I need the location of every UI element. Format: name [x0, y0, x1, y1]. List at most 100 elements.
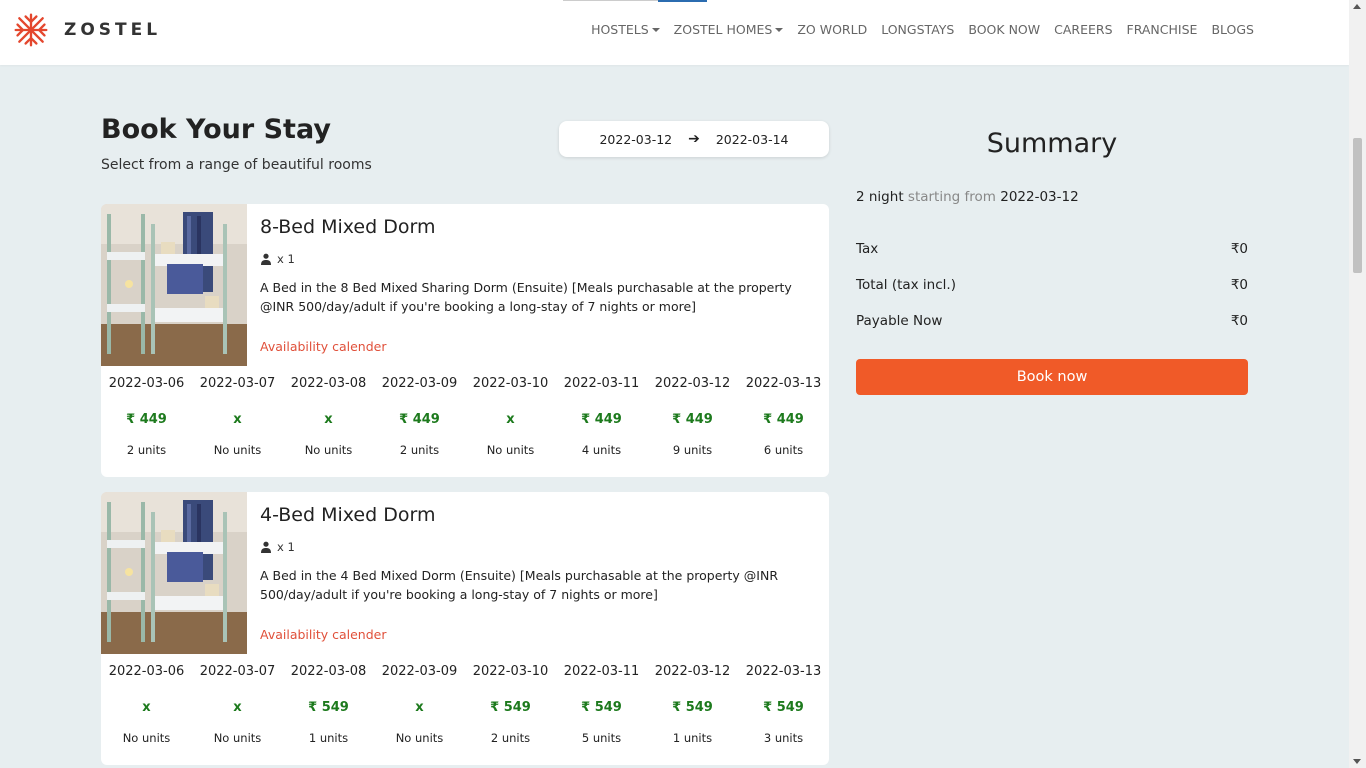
- room-image: [101, 492, 247, 654]
- calendar-price: ₹ 549: [763, 700, 804, 715]
- caret-down-icon: [651, 27, 660, 32]
- scroll-down-icon[interactable]: [1353, 759, 1361, 764]
- nav-item-blogs[interactable]: BLOGS: [1204, 22, 1261, 37]
- brand-name: ZOSTEL: [64, 20, 162, 40]
- calendar-price: x: [415, 700, 424, 715]
- caret-down-icon: [775, 27, 784, 32]
- navbar: ZOSTEL HOSTELS ZOSTEL HOMES ZO WORLD LON…: [0, 0, 1349, 65]
- guest-count: x 1: [277, 252, 295, 266]
- calendar-day: 2022-03-09 x No units: [374, 662, 465, 747]
- nav-item-label: LONGSTAYS: [881, 22, 955, 37]
- summary-label: Payable Now: [856, 313, 943, 329]
- availability-calendar: 2022-03-06 ₹ 449 2 units 2022-03-07 x No…: [101, 374, 829, 459]
- calendar-date: 2022-03-08: [290, 664, 367, 679]
- nav-item-label: HOSTELS: [591, 22, 649, 37]
- availability-calendar: 2022-03-06 x No units 2022-03-07 x No un…: [101, 662, 829, 747]
- calendar-day: 2022-03-08 ₹ 549 1 units: [283, 662, 374, 747]
- calendar-price: ₹ 449: [672, 412, 713, 427]
- calendar-price: ₹ 449: [763, 412, 804, 427]
- calendar-units: No units: [213, 731, 262, 745]
- calendar-date: 2022-03-12: [654, 376, 731, 391]
- calendar-date: 2022-03-10: [472, 376, 549, 391]
- nights-count: 2 night: [856, 189, 904, 205]
- calendar-day: 2022-03-10 x No units: [465, 374, 556, 459]
- calendar-date: 2022-03-13: [745, 664, 822, 679]
- nav-item-book-now[interactable]: BOOK NOW: [961, 22, 1047, 37]
- calendar-date: 2022-03-07: [199, 664, 276, 679]
- summary-value: ₹0: [1230, 313, 1248, 329]
- nav-item-zostel-homes[interactable]: ZOSTEL HOMES: [667, 22, 791, 37]
- calendar-units: 3 units: [763, 731, 804, 745]
- calendar-day: 2022-03-08 x No units: [283, 374, 374, 459]
- starting-from-label: starting from: [907, 189, 996, 205]
- nav-item-label: BOOK NOW: [968, 22, 1041, 37]
- date-range-picker[interactable]: 2022-03-12 ➔ 2022-03-14: [559, 121, 829, 157]
- calendar-day: 2022-03-09 ₹ 449 2 units: [374, 374, 465, 459]
- summary-value: ₹0: [1230, 277, 1248, 293]
- nav-item-zo-world[interactable]: ZO WORLD: [790, 22, 874, 37]
- page-subtitle: Select from a range of beautiful rooms: [101, 157, 372, 173]
- book-now-button[interactable]: Book now: [856, 359, 1248, 395]
- start-date: 2022-03-12: [1000, 189, 1079, 205]
- summary-row-payable: Payable Now ₹0: [856, 313, 1248, 329]
- calendar-day: 2022-03-10 ₹ 549 2 units: [465, 662, 556, 747]
- arrow-right-icon: ➔: [688, 131, 700, 147]
- calendar-units: 1 units: [308, 731, 349, 745]
- scrollbar-thumb[interactable]: [1353, 138, 1362, 273]
- scroll-up-icon[interactable]: [1353, 4, 1361, 9]
- nav-item-label: ZO WORLD: [797, 22, 868, 37]
- room-description: A Bed in the 8 Bed Mixed Sharing Dorm (E…: [260, 280, 792, 314]
- guest-count: x 1: [277, 540, 295, 554]
- calendar-day: 2022-03-06 ₹ 449 2 units: [101, 374, 192, 459]
- check-out-date[interactable]: 2022-03-14: [716, 132, 789, 147]
- calendar-day: 2022-03-07 x No units: [192, 662, 283, 747]
- summary-label: Tax: [856, 241, 879, 257]
- calendar-units: No units: [304, 443, 353, 457]
- calendar-day: 2022-03-06 x No units: [101, 662, 192, 747]
- calendar-day: 2022-03-11 ₹ 449 4 units: [556, 374, 647, 459]
- summary-nights: 2 night starting from 2022-03-12: [856, 189, 1079, 205]
- summary-value: ₹0: [1230, 241, 1248, 257]
- availability-calendar-link[interactable]: Availability calender: [260, 339, 387, 354]
- calendar-date: 2022-03-13: [745, 376, 822, 391]
- nav-item-label: ZOSTEL HOMES: [673, 22, 773, 37]
- check-in-date[interactable]: 2022-03-12: [599, 132, 672, 147]
- calendar-price: x: [506, 412, 515, 427]
- brand-logo[interactable]: ZOSTEL: [12, 12, 161, 48]
- nav-item-longstays[interactable]: LONGSTAYS: [874, 22, 961, 37]
- calendar-date: 2022-03-09: [381, 664, 458, 679]
- calendar-date: 2022-03-06: [108, 376, 185, 391]
- nav-item-label: CAREERS: [1054, 22, 1113, 37]
- calendar-date: 2022-03-12: [654, 664, 731, 679]
- calendar-date: 2022-03-11: [563, 376, 640, 391]
- page-scrollbar[interactable]: [1349, 0, 1366, 768]
- person-icon: [261, 541, 271, 553]
- calendar-day: 2022-03-07 x No units: [192, 374, 283, 459]
- nav-links: HOSTELS ZOSTEL HOMES ZO WORLD LONGSTAYS …: [584, 22, 1261, 37]
- nav-item-franchise[interactable]: FRANCHISE: [1120, 22, 1205, 37]
- calendar-units: 1 units: [672, 731, 713, 745]
- summary-title: Summary: [986, 128, 1118, 159]
- calendar-day: 2022-03-13 ₹ 449 6 units: [738, 374, 829, 459]
- calendar-units: 9 units: [672, 443, 713, 457]
- nav-item-label: FRANCHISE: [1126, 22, 1198, 37]
- room-name: 8-Bed Mixed Dorm: [260, 216, 436, 238]
- calendar-day: 2022-03-12 ₹ 549 1 units: [647, 662, 738, 747]
- nav-indicator: [563, 0, 707, 2]
- calendar-price: x: [233, 412, 242, 427]
- nav-item-hostels[interactable]: HOSTELS: [584, 22, 667, 37]
- calendar-units: 5 units: [581, 731, 622, 745]
- nav-item-label: BLOGS: [1211, 22, 1254, 37]
- room-guests: x 1: [260, 540, 295, 554]
- room-image: [101, 204, 247, 366]
- calendar-day: 2022-03-11 ₹ 549 5 units: [556, 662, 647, 747]
- availability-calendar-link[interactable]: Availability calender: [260, 627, 387, 642]
- calendar-units: No units: [122, 731, 171, 745]
- person-icon: [261, 253, 271, 265]
- room-card: 8-Bed Mixed Dorm x 1 A Bed in the 8 Bed …: [101, 204, 829, 477]
- nav-item-careers[interactable]: CAREERS: [1047, 22, 1119, 37]
- calendar-day: 2022-03-13 ₹ 549 3 units: [738, 662, 829, 747]
- calendar-units: No units: [395, 731, 444, 745]
- calendar-price: x: [233, 700, 242, 715]
- calendar-price: ₹ 549: [490, 700, 531, 715]
